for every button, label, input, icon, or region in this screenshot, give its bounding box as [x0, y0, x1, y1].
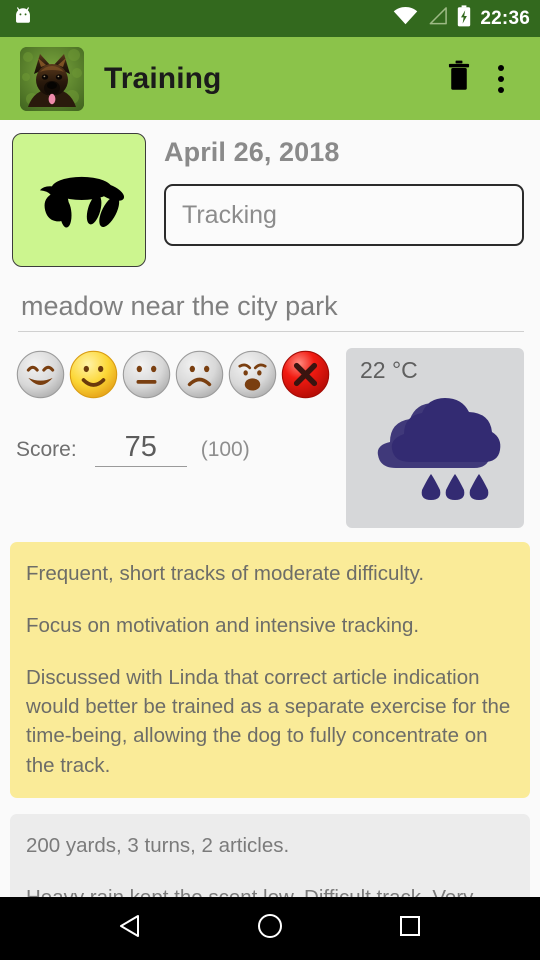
dog-silhouette-icon: [25, 160, 133, 240]
android-navigation-bar: [0, 897, 540, 960]
app-root: 22:36 Training April 26, 2018 Tracking m…: [0, 0, 540, 960]
plan-note-paragraph: Focus on motivation and intensive tracki…: [26, 614, 420, 638]
score-row: Score: 75 (100): [14, 431, 346, 467]
page-title: Training: [104, 61, 222, 95]
more-vertical-icon: [498, 64, 504, 93]
delete-button[interactable]: [438, 55, 480, 103]
plan-note-paragraph: Discussed with Linda that correct articl…: [26, 666, 511, 777]
entry-date[interactable]: April 26, 2018: [164, 137, 524, 168]
report-note-paragraph: 200 yards, 3 turns, 2 articles.: [26, 833, 290, 857]
cellular-no-signal-icon: [427, 6, 448, 31]
weather-temperature: 22 °C: [360, 357, 418, 383]
trash-icon: [445, 60, 473, 97]
activity-type-icon-button[interactable]: [12, 133, 146, 267]
location-input[interactable]: [18, 291, 524, 332]
entry-header-row: April 26, 2018 Tracking: [0, 120, 540, 267]
weather-card[interactable]: 22 °C: [346, 348, 524, 528]
mood-happy-icon[interactable]: [67, 348, 120, 401]
entry-header-fields: April 26, 2018 Tracking: [164, 133, 524, 247]
rating-weather-row: Score: 75 (100) 22 °C: [0, 332, 540, 528]
android-robot-icon: [12, 5, 34, 32]
nav-back-button[interactable]: [100, 904, 160, 954]
plan-note-card[interactable]: Frequent, short tracks of moderate diffi…: [10, 542, 530, 798]
back-triangle-icon: [118, 913, 142, 944]
report-note-card[interactable]: 200 yards, 3 turns, 2 articles. Heavy ra…: [10, 813, 530, 897]
app-bar: Training: [0, 37, 540, 120]
rating-and-score: Score: 75 (100): [14, 348, 346, 467]
mood-rating-group: [14, 348, 346, 401]
location-row: [0, 267, 540, 332]
recents-square-icon: [398, 914, 422, 943]
dog-photo-avatar[interactable]: [20, 46, 84, 111]
mood-neutral-icon[interactable]: [120, 348, 173, 401]
status-bar-clock: 22:36: [480, 8, 530, 29]
mood-worried-icon[interactable]: [226, 348, 279, 401]
activity-type-value: Tracking: [182, 200, 277, 229]
report-note-paragraph: Heavy rain kept the scent low. Difficult…: [26, 883, 514, 897]
home-circle-icon: [256, 912, 284, 945]
status-bar-notifications: [12, 5, 393, 32]
score-value: 75: [124, 431, 157, 463]
score-label: Score:: [16, 438, 77, 461]
entry-detail-content: April 26, 2018 Tracking meadow near the …: [0, 120, 540, 897]
activity-type-spinner[interactable]: Tracking: [164, 184, 524, 247]
nav-home-button[interactable]: [240, 904, 300, 954]
overflow-menu-button[interactable]: [480, 55, 522, 103]
mood-very-happy-icon[interactable]: [14, 348, 67, 401]
battery-charging-icon: [457, 5, 471, 32]
nav-recents-button[interactable]: [380, 904, 440, 954]
status-bar: 22:36: [0, 0, 540, 37]
score-max-label: (100): [200, 438, 250, 461]
mood-sad-icon[interactable]: [173, 348, 226, 401]
status-bar-indicators: 22:36: [393, 5, 530, 32]
notes-section: Frequent, short tracks of moderate diffi…: [0, 528, 540, 897]
mood-clear-icon[interactable]: [279, 348, 332, 401]
score-input[interactable]: 75: [94, 431, 187, 467]
wifi-full-icon: [393, 6, 418, 31]
plan-note-paragraph: Frequent, short tracks of moderate diffi…: [26, 562, 425, 585]
